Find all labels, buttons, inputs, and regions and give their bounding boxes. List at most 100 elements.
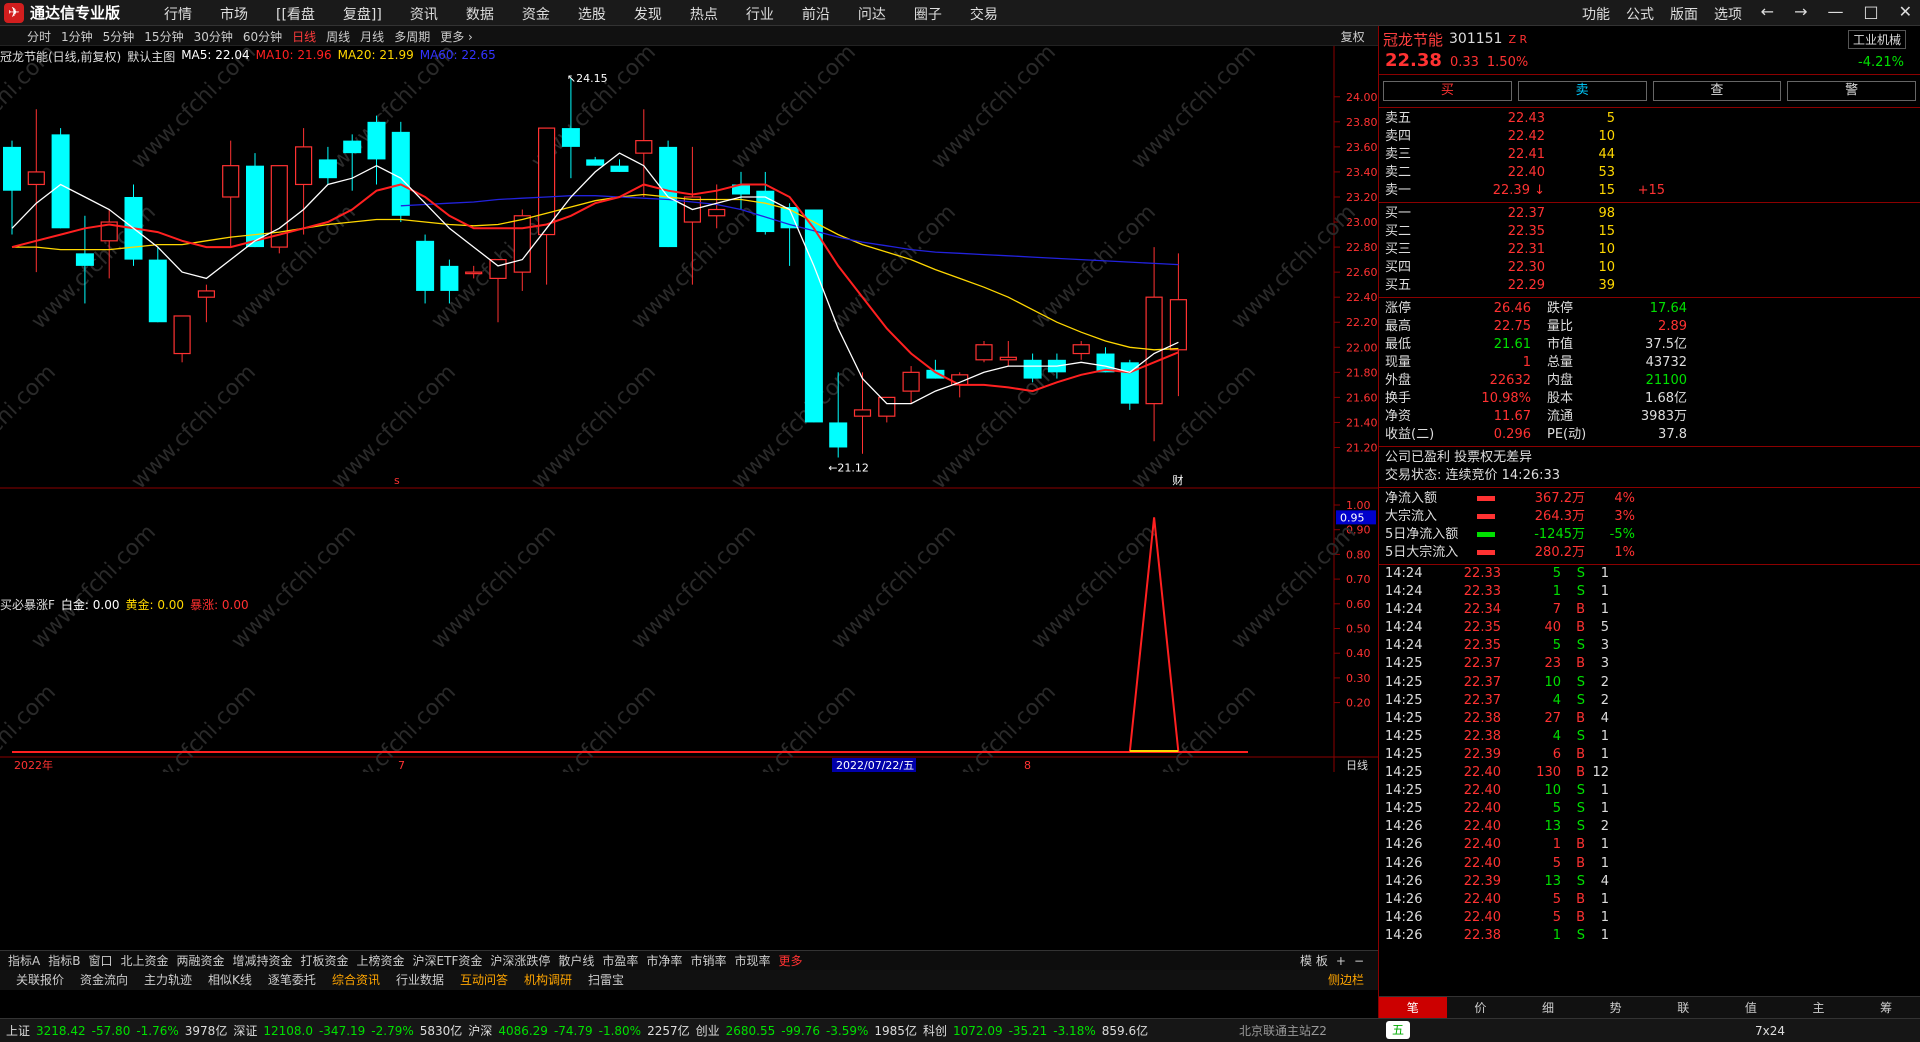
industry-label[interactable]: 工业机械 — [1847, 29, 1906, 49]
indicator-tab[interactable]: 上榜资金 — [353, 951, 409, 970]
chart-tool[interactable]: 复权 — [1334, 28, 1372, 45]
tool-tab[interactable]: 主力轨迹 — [136, 970, 200, 990]
menu-item-right[interactable]: 版面 — [1662, 4, 1706, 24]
bid-row[interactable]: 买一 22.37 98 — [1379, 205, 1920, 223]
sidebar-toggle[interactable]: 侧边栏 — [1320, 970, 1372, 990]
menu-item[interactable]: 数据 — [452, 4, 508, 24]
period-tab[interactable]: 更多 › — [435, 28, 478, 45]
menu-item[interactable]: 发现 — [620, 4, 676, 24]
buy-button[interactable]: 买 — [1383, 81, 1512, 101]
menu-item[interactable]: 选股 — [564, 4, 620, 24]
ask-row[interactable]: 卖二 22.40 53 — [1379, 164, 1920, 182]
menu-item-right[interactable]: 选项 — [1706, 4, 1750, 24]
indicator-tab[interactable]: 市净率 — [642, 951, 686, 970]
period-tab[interactable]: 日线 — [287, 28, 321, 45]
tool-tab[interactable]: 资金流向 — [72, 970, 136, 990]
menu-item[interactable]: 资金 — [508, 4, 564, 24]
tool-tab[interactable]: 行业数据 — [388, 970, 452, 990]
bid-row[interactable]: 买二 22.35 15 — [1379, 223, 1920, 241]
close-icon[interactable]: ✕ — [1899, 2, 1912, 21]
indicator-tab[interactable]: 散户线 — [554, 951, 598, 970]
minimize-icon[interactable]: — — [1827, 2, 1843, 21]
indicator-tab[interactable]: 市销率 — [686, 951, 730, 970]
index-name[interactable]: 科创 — [920, 1024, 950, 1038]
quote-tab[interactable]: 值 — [1717, 997, 1785, 1018]
ask-row[interactable]: 卖一 22.39 ↓ 15 +15 — [1379, 182, 1920, 200]
indicator-tab[interactable]: 两融资金 — [172, 951, 228, 970]
menu-item[interactable]: [[看盘 — [262, 4, 329, 24]
indicator-tab[interactable]: 更多 — [774, 951, 806, 970]
menu-item[interactable]: 前沿 — [788, 4, 844, 24]
menu-item[interactable]: 行情 — [150, 4, 206, 24]
alert-button[interactable]: 警 — [1787, 81, 1916, 101]
back-icon[interactable]: ← — [1761, 2, 1774, 21]
server-label[interactable]: 北京联通主站Z2 — [1236, 1019, 1330, 1042]
tool-tab[interactable]: 逐笔委托 — [260, 970, 324, 990]
index-name[interactable]: 深证 — [230, 1024, 260, 1038]
indicator-tab[interactable]: 增减持资金 — [229, 951, 297, 970]
sell-button[interactable]: 卖 — [1517, 81, 1647, 101]
period-footer[interactable]: 日线 — [1346, 758, 1368, 772]
event-marker[interactable]: s — [394, 474, 400, 487]
tool-tab[interactable]: 机构调研 — [516, 970, 580, 990]
quote-tab[interactable]: 主 — [1785, 997, 1853, 1018]
period-tab[interactable]: 多周期 — [389, 28, 435, 45]
forward-icon[interactable]: → — [1794, 2, 1807, 21]
indicator-tab[interactable]: 打板资金 — [297, 951, 353, 970]
maximize-icon[interactable]: □ — [1863, 2, 1878, 21]
tool-tab[interactable]: 相似K线 — [200, 970, 260, 990]
period-tab[interactable]: 15分钟 — [139, 28, 188, 45]
quote-tab[interactable]: 势 — [1582, 997, 1650, 1018]
template-control[interactable]: − — [1350, 951, 1368, 970]
indicator-tab[interactable]: 指标B — [44, 951, 84, 970]
finance-marker[interactable]: 财 — [1172, 473, 1183, 487]
ask-row[interactable]: 卖五 22.43 5 — [1379, 110, 1920, 128]
menu-item-right[interactable]: 功能 — [1574, 4, 1618, 24]
template-control[interactable]: 模 板 — [1296, 951, 1332, 970]
ask-row[interactable]: 卖四 22.42 10 — [1379, 128, 1920, 146]
period-tab[interactable]: 分时 — [22, 28, 56, 45]
indicator-tab[interactable]: 沪深涨跌停 — [486, 951, 554, 970]
period-tab[interactable]: 1分钟 — [56, 28, 98, 45]
quote-tab[interactable]: 筹 — [1852, 997, 1920, 1018]
index-name[interactable]: 沪深 — [465, 1024, 495, 1038]
indicator-tab[interactable]: 北上资金 — [116, 951, 172, 970]
menu-item-right[interactable]: 公式 — [1618, 4, 1662, 24]
kline-chart[interactable]: 24.0023.8023.6023.4023.2023.0022.8022.60… — [0, 46, 1378, 772]
tool-tab[interactable]: 关联报价 — [8, 970, 72, 990]
menu-item[interactable]: 热点 — [676, 4, 732, 24]
menu-item[interactable]: 交易 — [956, 4, 1012, 24]
query-button[interactable]: 查 — [1652, 81, 1782, 101]
period-tab[interactable]: 5分钟 — [98, 28, 140, 45]
period-tab[interactable]: 60分钟 — [238, 28, 287, 45]
quote-tab[interactable]: 细 — [1514, 997, 1582, 1018]
menu-item[interactable]: 行业 — [732, 4, 788, 24]
tool-tab[interactable]: 综合资讯 — [324, 970, 388, 990]
menu-item[interactable]: 市场 — [206, 4, 262, 24]
sub-indicator-name[interactable]: 买必暴涨F — [0, 596, 55, 613]
indicator-tab[interactable]: 窗口 — [84, 951, 116, 970]
quote-tab[interactable]: 联 — [1650, 997, 1718, 1018]
template-control[interactable]: + — [1332, 951, 1350, 970]
main-indicator-label[interactable]: 默认主图 — [127, 48, 175, 65]
bid-row[interactable]: 买三 22.31 10 — [1379, 241, 1920, 259]
indicator-tab[interactable]: 市现率 — [730, 951, 774, 970]
indicator-tab[interactable]: 指标A — [4, 951, 44, 970]
menu-item[interactable]: 圈子 — [900, 4, 956, 24]
quote-tab[interactable]: 价 — [1447, 997, 1515, 1018]
menu-item[interactable]: 问达 — [844, 4, 900, 24]
bid-row[interactable]: 买五 22.29 39 — [1379, 277, 1920, 295]
menu-item[interactable]: 资讯 — [396, 4, 452, 24]
bid-row[interactable]: 买四 22.30 10 — [1379, 259, 1920, 277]
period-tab[interactable]: 月线 — [355, 28, 389, 45]
index-name[interactable]: 创业 — [693, 1024, 723, 1038]
quote-tab[interactable]: 笔 — [1379, 997, 1447, 1018]
index-name[interactable]: 上证 — [3, 1024, 33, 1038]
period-tab[interactable]: 周线 — [321, 28, 355, 45]
menu-item[interactable]: 复盘]] — [329, 4, 396, 24]
period-tab[interactable]: 30分钟 — [189, 28, 238, 45]
ime-indicator[interactable]: 五 — [1386, 1021, 1411, 1039]
indicator-tab[interactable]: 沪深ETF资金 — [409, 951, 487, 970]
tool-tab[interactable]: 互动问答 — [452, 970, 516, 990]
ask-row[interactable]: 卖三 22.41 44 — [1379, 146, 1920, 164]
